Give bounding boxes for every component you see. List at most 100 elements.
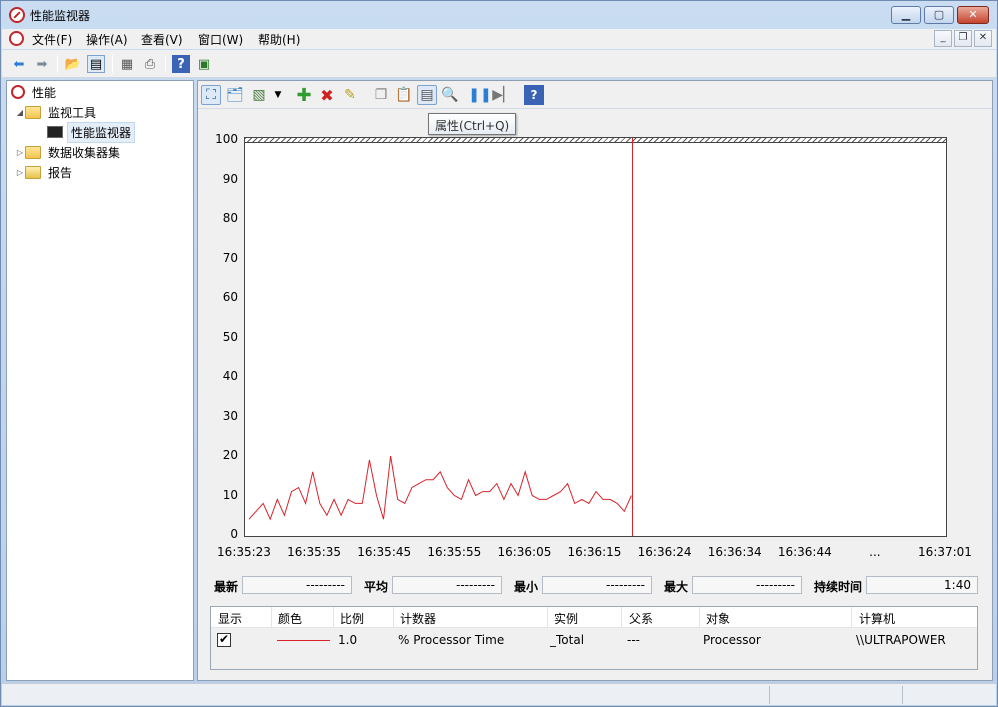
add-counter-icon[interactable]: ✚ (294, 85, 314, 106)
collapsed-triangle-icon[interactable]: ▷ (15, 148, 25, 157)
y-tick-label: 80 (222, 211, 238, 225)
x-tick-label: 16:35:55 (427, 545, 482, 559)
series-color-swatch (277, 640, 330, 641)
forward-arrow-icon[interactable]: ➡ (33, 55, 51, 73)
column-instance[interactable]: 实例 (554, 610, 578, 627)
up-folder-icon[interactable]: 📂 (64, 55, 82, 73)
copy-properties-icon[interactable]: ❐ (371, 85, 391, 105)
maximum-label: 最大 (664, 580, 689, 594)
performance-graph[interactable] (244, 137, 947, 537)
menu-bar: 文件(F) 操作(A) 查看(V) 窗口(W) 帮助(H) _ ❐ ✕ (2, 29, 996, 49)
tree-item-reports[interactable]: ▷ 报告 (15, 163, 75, 181)
x-tick-label: 16:37:01 (918, 545, 972, 559)
maximum-value: --------- (692, 576, 802, 594)
close-button[interactable]: ✕ (957, 6, 989, 24)
statistics-bar: 最新 --------- 平均 --------- 最小 --------- 最… (198, 574, 992, 596)
y-tick-label: 70 (222, 250, 238, 265)
column-counter[interactable]: 计数器 (400, 610, 436, 627)
minimum-label: 最小 (514, 580, 539, 594)
paste-counter-list-icon[interactable]: 📋 (394, 85, 414, 105)
graph-toolbar: ⛶ 🗂 ▧ ▼ ✚ ✖ ✎ ❐ 📋 ▤ 🔍 ❚❚ ▶▏ ? (198, 81, 992, 109)
average-label: 平均 (364, 580, 389, 594)
average-value: --------- (392, 576, 502, 594)
instance-value: _Total (550, 633, 585, 647)
menu-app-icon[interactable] (9, 31, 24, 46)
y-tick-label: 0 (230, 527, 238, 541)
properties-icon[interactable]: ▤ (417, 85, 437, 105)
x-tick-label: 16:35:45 (357, 545, 412, 559)
minimum-value: --------- (542, 576, 652, 594)
x-tick-label: 16:36:05 (497, 545, 552, 559)
freeze-display-icon[interactable]: ❚❚ (468, 85, 491, 105)
minimize-button[interactable]: ▁ (891, 6, 921, 24)
x-tick-label: 16:35:23 (217, 545, 271, 559)
tree-item-performance-monitor[interactable]: 性能监视器 (47, 121, 136, 143)
column-color[interactable]: 颜色 (278, 610, 302, 627)
window-title: 性能监视器 (30, 9, 91, 23)
y-tick-label: 50 (222, 329, 238, 344)
column-scale[interactable]: 比例 (340, 610, 364, 627)
mdi-close-button[interactable]: ✕ (974, 30, 992, 47)
tree-item-label: 报告 (48, 165, 73, 180)
help-icon[interactable]: ? (172, 55, 190, 73)
graph-type-dropdown-icon[interactable]: ▼ (268, 85, 288, 105)
scale-value: 1.0 (338, 633, 358, 647)
folder-icon (25, 145, 41, 159)
menu-view[interactable]: 查看(V) (141, 31, 183, 48)
show-tree-icon[interactable]: ▤ (87, 55, 105, 73)
x-tick-label: 16:36:34 (707, 545, 762, 559)
y-tick-label: 40 (222, 369, 238, 383)
back-arrow-icon[interactable]: ⬅ (10, 55, 28, 73)
x-tick-label: 16:36:44 (777, 545, 832, 559)
mdi-minimize-button[interactable]: _ (934, 30, 952, 47)
mdi-restore-button[interactable]: ❐ (954, 30, 972, 47)
counter-legend: 显示 颜色 比例 计数器 实例 父系 对象 计算机 ✔ 1.0 % Proces… (210, 606, 978, 670)
zoom-icon[interactable]: 🔍 (440, 85, 460, 105)
latest-label: 最新 (214, 580, 239, 594)
chart-icon (47, 126, 63, 138)
main-toolbar: ⬅ ➡ 📂 ▤ ▦ ⎙ ? ▣ (2, 50, 996, 78)
tree-item-label: 性能监视器 (67, 121, 136, 143)
folder-icon (25, 105, 41, 119)
perfmon-app-icon (9, 7, 25, 23)
properties-page-icon[interactable]: ▦ (118, 55, 136, 73)
expanded-triangle-icon[interactable]: ◢ (15, 108, 25, 117)
delete-counter-icon[interactable]: ✖ (317, 85, 337, 105)
x-tick-label: 16:35:35 (287, 545, 342, 559)
column-object[interactable]: 对象 (706, 610, 730, 627)
print-icon[interactable]: ⎙ (141, 55, 159, 73)
performance-monitor-panel: ⛶ 🗂 ▧ ▼ ✚ ✖ ✎ ❐ 📋 ▤ 🔍 ❚❚ ▶▏ ? 属性(Ctrl+Q)… (197, 80, 993, 681)
menu-action[interactable]: 操作(A) (86, 31, 128, 48)
update-data-icon[interactable]: ▶▏ (492, 85, 514, 105)
tree-item-data-collector-sets[interactable]: ▷ 数据收集器集 (15, 143, 123, 161)
help-icon[interactable]: ? (524, 85, 544, 105)
maximize-button[interactable]: ▢ (924, 6, 954, 24)
y-tick-label: 10 (222, 487, 238, 502)
column-parent[interactable]: 父系 (629, 610, 653, 627)
status-bar (2, 683, 996, 705)
change-graph-type-icon[interactable]: ▧ (249, 85, 269, 105)
menu-help[interactable]: 帮助(H) (258, 31, 300, 48)
highlight-icon[interactable]: ✎ (340, 85, 360, 105)
show-checkbox[interactable]: ✔ (217, 633, 231, 647)
tree-item-monitoring-tools[interactable]: ◢ 监视工具 (15, 103, 99, 121)
time-cursor-line (632, 138, 633, 536)
view-log-data-icon[interactable]: 🗂 (225, 85, 245, 105)
parent-value: --- (627, 633, 640, 647)
column-show[interactable]: 显示 (218, 610, 242, 627)
y-tick-label: 30 (222, 408, 238, 423)
collapsed-triangle-icon[interactable]: ▷ (15, 168, 25, 177)
y-tick-label: 20 (222, 448, 238, 462)
navigation-tree: 性能 ◢ 监视工具 性能监视器 ▷ 数据收集器集 ▷ 报告 (6, 80, 194, 681)
view-current-activity-icon[interactable]: ⛶ (201, 85, 221, 105)
menu-window[interactable]: 窗口(W) (198, 31, 243, 48)
x-tick-label: 16:36:24 (637, 545, 692, 559)
console-icon[interactable]: ▣ (195, 55, 213, 73)
tree-item-root[interactable]: 性能 (11, 83, 59, 101)
column-computer[interactable]: 计算机 (859, 610, 895, 627)
y-tick-label: 60 (222, 290, 238, 304)
title-bar: 性能监视器 ▁ ▢ ✕ (1, 1, 997, 29)
menu-file[interactable]: 文件(F) (32, 31, 72, 48)
tree-item-label: 数据收集器集 (48, 145, 121, 160)
duration-value: 1:40 (866, 576, 978, 594)
